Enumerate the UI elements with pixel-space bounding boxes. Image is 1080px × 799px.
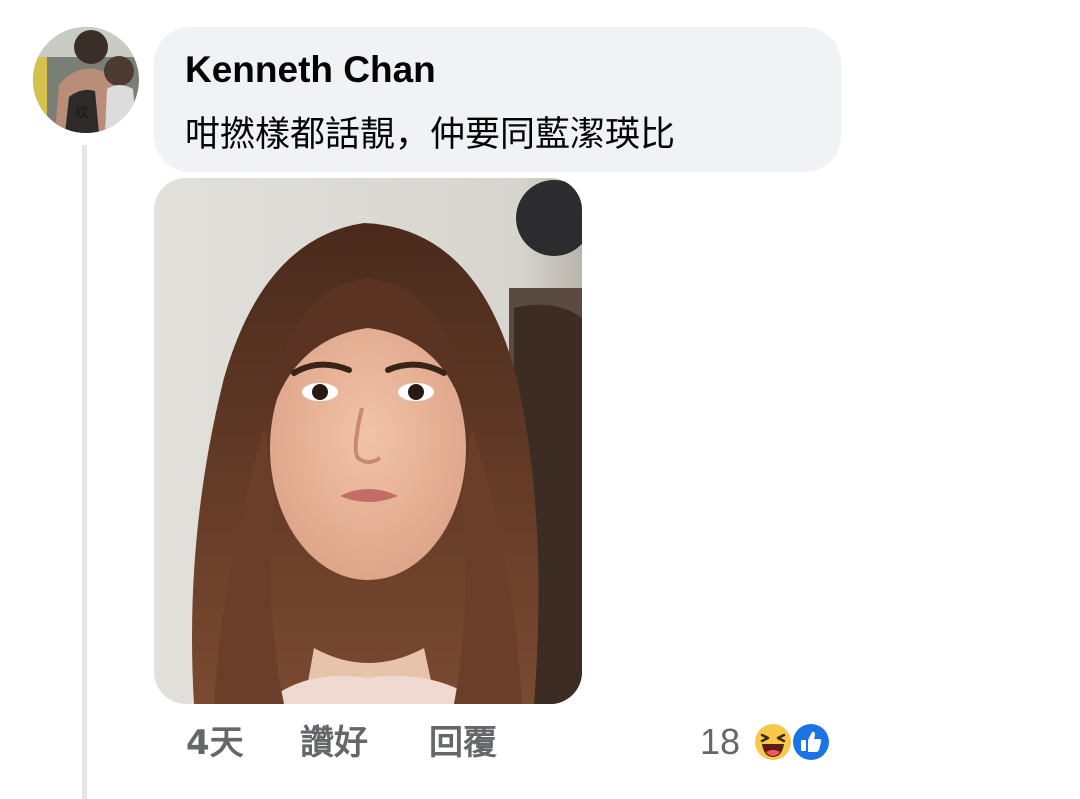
comment-text: 咁撚樣都話靚，仲要同藍潔瑛比 (185, 115, 676, 155)
like-icon (791, 722, 832, 762)
avatar[interactable]: 紋 (33, 27, 139, 133)
reaction-summary[interactable]: 18 (700, 716, 838, 768)
reaction-count: 18 (700, 721, 741, 762)
reply-button[interactable]: 回覆 (429, 718, 497, 768)
haha-icon (753, 722, 794, 762)
svg-text:紋: 紋 (75, 105, 89, 121)
comment-author[interactable]: Kenneth Chan (185, 49, 436, 91)
thread-line (82, 145, 87, 799)
reaction-icons (752, 719, 838, 765)
comment-bubble: Kenneth Chan 咁撚樣都話靚，仲要同藍潔瑛比 (154, 27, 841, 172)
comment-timestamp[interactable]: 4天 (186, 718, 244, 768)
like-button[interactable]: 讚好 (300, 718, 368, 768)
comment-photo[interactable] (154, 178, 582, 704)
